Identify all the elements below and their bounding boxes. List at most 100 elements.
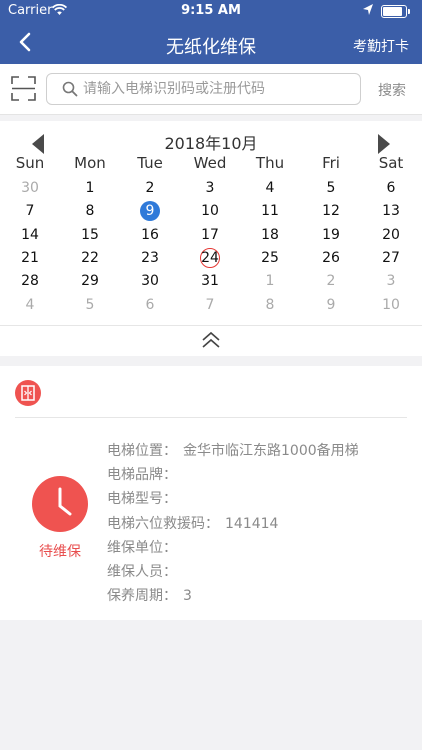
clock-icon <box>32 476 88 532</box>
calendar-day[interactable]: 5 <box>70 294 110 317</box>
weekday-label: Thu <box>255 154 285 172</box>
info-row: 维保单位： <box>107 537 359 561</box>
calendar-day[interactable]: 5 <box>311 177 351 200</box>
search-icon <box>62 81 78 97</box>
info-row: 电梯型号： <box>107 488 359 512</box>
calendar-day[interactable]: 2 <box>311 270 351 293</box>
calendar-day-number: 20 <box>382 226 400 243</box>
calendar-day[interactable]: 1 <box>70 177 110 200</box>
elevator-info: 电梯位置： 金华市临江东路1000备用梯 电梯品牌： 电梯型号： 电梯六位救援码： 141… <box>107 440 359 609</box>
calendar-day-number: 6 <box>386 180 396 196</box>
calendar-day[interactable]: 3 <box>371 270 411 293</box>
calendar-day[interactable]: 2 <box>130 177 170 200</box>
info-label: 电梯六位救援码： <box>107 515 219 532</box>
calendar-day-number: 1 <box>85 180 95 196</box>
weekday-label: Sat <box>378 154 404 172</box>
attendance-button[interactable]: 考勤打卡 <box>353 36 409 56</box>
calendar-day[interactable]: 15 <box>70 224 110 247</box>
calendar-day-number: 5 <box>326 180 336 196</box>
calendar-day-today[interactable]: 9 <box>130 200 170 223</box>
calendar-day-marked[interactable]: 24 <box>190 247 230 270</box>
status-bar: Carrier 9:15 AM <box>0 0 422 22</box>
calendar-day[interactable]: 18 <box>250 224 290 247</box>
battery-nub <box>408 9 410 14</box>
card-divider <box>15 417 407 418</box>
calendar-day[interactable]: 30 <box>130 270 170 293</box>
elevator-icon <box>15 380 41 406</box>
calendar-day-number: 9 <box>326 296 336 313</box>
info-row: 维保人员： <box>107 561 359 585</box>
maintenance-task-card[interactable]: 待维保 电梯位置： 金华市临江东路1000备用梯 电梯品牌： 电梯型号： 电梯六位救援码… <box>0 366 422 620</box>
calendar-day-number: 3 <box>205 180 215 196</box>
info-label: 电梯型号： <box>107 491 177 508</box>
calendar-day-number: 30 <box>141 273 159 290</box>
calendar-day[interactable]: 28 <box>10 270 50 293</box>
calendar-day[interactable]: 27 <box>371 247 411 270</box>
calendar-day[interactable]: 7 <box>190 294 230 317</box>
weekday-header: Sun Mon Tue Wed Thu Fri Sat <box>0 154 422 176</box>
calendar-day[interactable]: 7 <box>10 200 50 223</box>
calendar-day[interactable]: 6 <box>130 294 170 317</box>
calendar-day-number: 22 <box>81 249 99 266</box>
info-label: 维保单位： <box>107 539 177 556</box>
calendar-day[interactable]: 30 <box>10 177 50 200</box>
calendar-day-number: 7 <box>205 296 215 313</box>
scan-icon[interactable] <box>11 76 36 101</box>
calendar-day[interactable]: 29 <box>70 270 110 293</box>
calendar-day[interactable]: 14 <box>10 224 50 247</box>
collapse-calendar-icon[interactable] <box>200 330 222 350</box>
info-row: 电梯位置： 金华市临江东路1000备用梯 <box>107 440 359 464</box>
calendar-day-number: 6 <box>145 296 155 313</box>
calendar-day[interactable]: 9 <box>311 294 351 317</box>
calendar-day[interactable]: 21 <box>10 247 50 270</box>
top-header: Carrier 9:15 AM 无纸化维保 考勤打卡 <box>0 0 422 64</box>
calendar-day[interactable]: 22 <box>70 247 110 270</box>
search-input[interactable] <box>83 78 348 100</box>
calendar-day[interactable]: 16 <box>130 224 170 247</box>
next-month-icon[interactable] <box>378 134 390 154</box>
calendar-day-number: 10 <box>201 203 219 220</box>
weekday-label: Sun <box>15 154 45 172</box>
info-row: 保养周期： 3 <box>107 585 359 609</box>
calendar-day[interactable]: 17 <box>190 224 230 247</box>
calendar-day-number: 27 <box>382 249 400 266</box>
calendar-day[interactable]: 1 <box>250 270 290 293</box>
calendar-day[interactable]: 10 <box>190 200 230 223</box>
calendar-day[interactable]: 31 <box>190 270 230 293</box>
calendar-day[interactable]: 12 <box>311 200 351 223</box>
calendar-day-number: 9 <box>140 201 160 222</box>
calendar-day-number: 12 <box>322 203 340 220</box>
calendar-day-number: 23 <box>141 249 159 266</box>
calendar-day[interactable]: 8 <box>70 200 110 223</box>
calendar-day-number: 15 <box>81 226 99 243</box>
calendar-day[interactable]: 25 <box>250 247 290 270</box>
calendar-day[interactable]: 13 <box>371 200 411 223</box>
calendar-day-number: 8 <box>85 203 95 220</box>
calendar-day[interactable]: 8 <box>250 294 290 317</box>
calendar-day[interactable]: 6 <box>371 177 411 200</box>
calendar-day[interactable]: 19 <box>311 224 351 247</box>
calendar-day-number: 21 <box>21 249 39 266</box>
calendar-day[interactable]: 20 <box>371 224 411 247</box>
info-label: 电梯位置： <box>107 443 177 459</box>
calendar-day-number: 17 <box>201 226 219 243</box>
calendar-day[interactable]: 11 <box>250 200 290 223</box>
calendar-day-number: 19 <box>322 226 340 243</box>
calendar-day[interactable]: 26 <box>311 247 351 270</box>
calendar-month-title: 2018年10月 <box>164 134 258 153</box>
calendar: 2018年10月 Sun Mon Tue Wed Thu Fri Sat 30 1 2 3 4 5 6 7… <box>0 121 422 356</box>
calendar-day[interactable]: 3 <box>190 177 230 200</box>
search-button[interactable]: 搜索 <box>378 80 406 100</box>
calendar-day[interactable]: 4 <box>10 294 50 317</box>
calendar-day-number: 14 <box>21 226 39 243</box>
calendar-day-number: 31 <box>201 273 219 290</box>
calendar-day[interactable]: 4 <box>250 177 290 200</box>
calendar-day-number: 5 <box>85 296 95 313</box>
calendar-day[interactable]: 10 <box>371 294 411 317</box>
calendar-day-number: 3 <box>386 273 396 290</box>
info-label: 维保人员： <box>107 563 177 580</box>
location-arrow-icon <box>363 4 373 15</box>
calendar-day[interactable]: 23 <box>130 247 170 270</box>
info-value: 141414 <box>225 515 279 532</box>
status-time: 9:15 AM <box>181 3 241 18</box>
